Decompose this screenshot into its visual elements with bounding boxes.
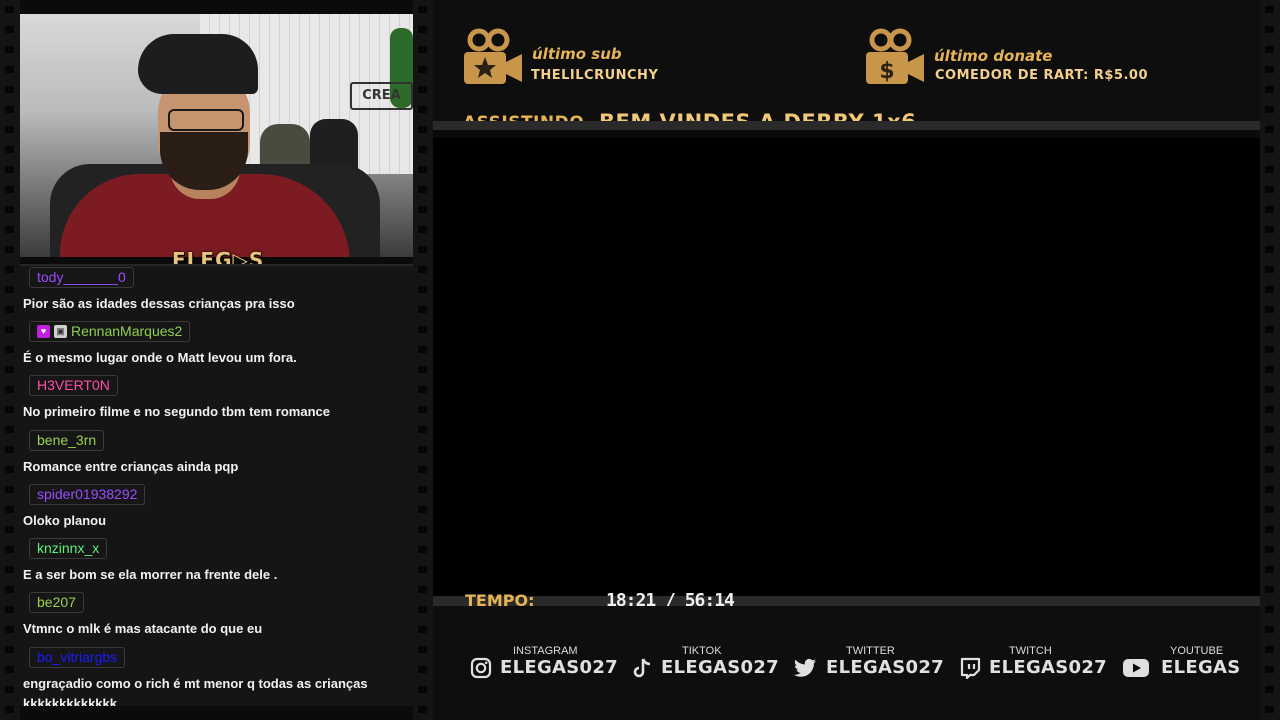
last-donate-label: último donate [934,47,1053,65]
social-label: INSTAGRAM [513,645,578,657]
last-sub-label: último sub [532,45,622,63]
social-handle: ELEGAS027 [661,657,780,678]
social-twitch[interactable]: TWITCH ELEGAS027 [959,645,1109,685]
social-twitter[interactable]: TWITTER ELEGAS027 [793,645,945,685]
social-tiktok[interactable]: TIKTOK ELEGAS027 [631,645,781,685]
social-label: TIKTOK [682,645,722,657]
social-handle: ELEGAS027 [989,657,1108,678]
social-handle: ELEGAS027 [500,657,619,678]
camera-dollar-icon: $ [866,28,924,84]
webcam-feed: CREA [20,14,413,257]
social-label: TWITTER [846,645,895,657]
chat-panel: tody_______0 Pior são as idades dessas c… [20,264,413,706]
chat-message: bo_vitriargbs engraçadio como o rich é m… [23,647,408,706]
film-strip-right [1260,0,1280,720]
chat-message-text: Pior são as idades dessas crianças pra i… [23,296,295,311]
bottom-divider [433,596,1260,606]
tiktok-icon [633,658,651,678]
chat-username: knzinnx_x [37,540,100,556]
sub-badge-icon: ▣ [54,325,67,338]
social-label: YOUTUBE [1170,645,1224,657]
video-player-area[interactable] [433,138,1260,596]
chat-message-text: E a ser bom se ela morrer na frente dele… [23,567,278,582]
chat-message: ♥ ▣ RennanMarques2 É o mesmo lugar onde … [23,321,408,368]
chat-username: be207 [37,594,76,610]
chat-username-tag[interactable]: ♥ ▣ RennanMarques2 [29,321,191,342]
chat-message-text: No primeiro filme e no segundo tbm tem r… [23,404,330,419]
chat-username-tag[interactable]: knzinnx_x [29,538,108,559]
chat-username-tag[interactable]: spider01938292 [29,484,146,505]
social-label: TWITCH [1009,645,1052,657]
chat-username: bene_3rn [37,432,97,448]
chat-message: tody_______0 Pior são as idades dessas c… [23,267,408,314]
youtube-icon [1123,659,1149,677]
chat-username-tag[interactable]: be207 [29,592,84,613]
twitch-icon [960,657,981,679]
social-handle: ELEGAS [1161,657,1241,678]
chat-message-text: Vtmnc o mlk é mas atacante do que eu [23,621,263,636]
chat-username: H3VERT0N [37,377,110,393]
chat-username-tag[interactable]: H3VERT0N [29,375,118,396]
film-strip-left [0,0,20,720]
camera-star-icon [464,28,522,84]
chat-username: spider01938292 [37,486,138,502]
chat-message-text: É o mesmo lugar onde o Matt levou um for… [23,350,297,365]
social-youtube[interactable]: YOUTUBE ELEGAS [1122,645,1242,685]
chat-username-tag[interactable]: tody_______0 [29,267,134,288]
instagram-icon [470,657,492,679]
social-handle: ELEGAS027 [826,657,945,678]
chat-message: bene_3rn Romance entre crianças ainda pq… [23,430,408,477]
chat-message-text: engraçadio como o rich é mt menor q toda… [23,676,368,706]
last-sub-value: THELILCRUNCHY [531,68,659,83]
twitter-icon [794,658,816,677]
film-strip-middle [413,0,433,720]
chat-message-text: Romance entre crianças ainda pqp [23,459,239,474]
chat-message: be207 Vtmnc o mlk é mas atacante do que … [23,592,408,639]
chat-message-text: Oloko planou [23,513,107,528]
chat-username: RennanMarques2 [71,323,183,339]
last-donate-value: COMEDOR DE RART: R$5.00 [935,68,1148,83]
chat-message: H3VERT0N No primeiro filme e no segundo … [23,375,408,422]
social-instagram[interactable]: INSTAGRAM ELEGAS027 [470,645,620,685]
chat-username: bo_vitriargbs [37,649,118,665]
top-divider [433,121,1260,130]
chat-message: spider01938292 Oloko planou [23,484,408,531]
chat-message: knzinnx_x E a ser bom se ela morrer na f… [23,538,408,585]
chat-username: tody_______0 [37,269,126,285]
chat-username-tag[interactable]: bene_3rn [29,430,105,451]
heart-badge-icon: ♥ [37,325,50,338]
chat-username-tag[interactable]: bo_vitriargbs [29,647,126,668]
svg-text:$: $ [879,59,894,84]
